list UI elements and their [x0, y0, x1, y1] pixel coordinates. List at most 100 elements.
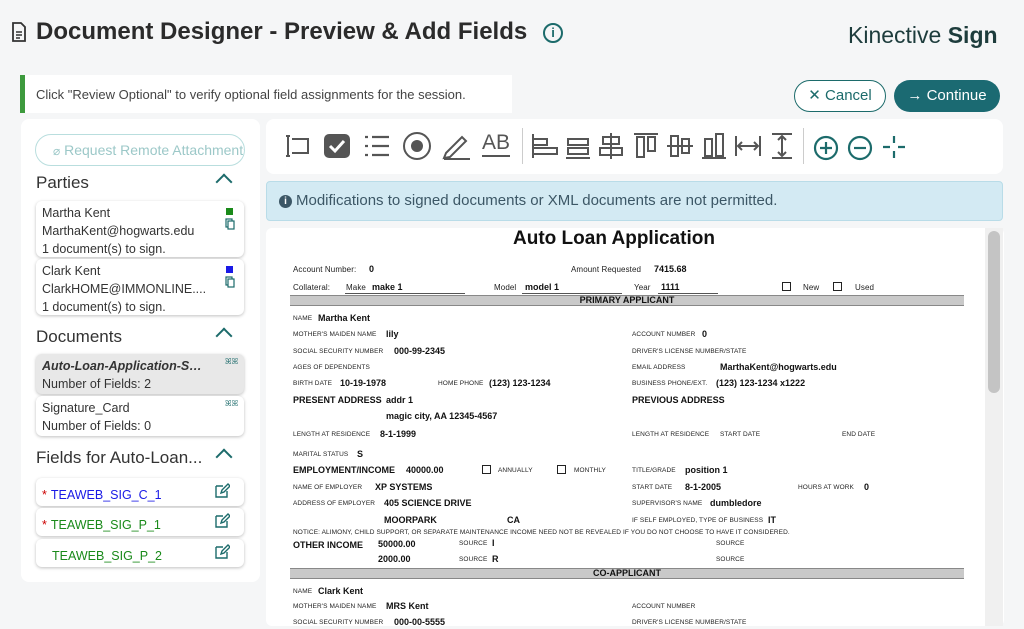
value: 0 — [864, 482, 870, 492]
edit-icon[interactable] — [214, 483, 230, 499]
edit-icon[interactable] — [214, 544, 230, 560]
new-checkbox[interactable] — [782, 282, 791, 291]
label: Amount Requested — [571, 265, 642, 274]
zoom-in-icon[interactable] — [811, 131, 841, 161]
request-remote-attachments-button[interactable]: ⌀ Request Remote Attachments — [35, 134, 245, 166]
documents-title: Documents — [36, 327, 122, 346]
same-width-icon[interactable] — [733, 131, 763, 161]
field-item[interactable]: * TEAWEB_SIG_C_1 — [36, 478, 244, 506]
document-item-selected[interactable]: Auto-Loan-Application-Sh... Number of Fi… — [36, 354, 244, 394]
label: BIRTH DATE — [293, 380, 333, 387]
edit-icon[interactable] — [214, 513, 230, 529]
field-name: TEAWEB_SIG_P_1 — [50, 518, 161, 532]
label: Make — [346, 283, 366, 292]
value: IT — [768, 515, 776, 525]
value: (123) 123-1234 x1222 — [716, 378, 806, 388]
signature-icon[interactable] — [442, 131, 472, 161]
value: dumbledore — [710, 498, 762, 508]
label: TITLE/GRADE — [632, 467, 676, 474]
label: NAME OF EMPLOYER — [293, 484, 363, 491]
label: EMPLOYMENT/INCOME — [293, 465, 396, 475]
label: ACCOUNT NUMBER — [632, 603, 696, 610]
text-field-icon[interactable] — [282, 131, 312, 161]
party-email: MarthaKent@hogwarts.edu — [42, 224, 195, 238]
required-marker: * — [42, 488, 47, 502]
value: I — [492, 538, 495, 548]
align-center-icon[interactable] — [596, 131, 626, 161]
label: IF SELF EMPLOYED, TYPE OF BUSINESS — [632, 517, 764, 524]
parties-title: Parties — [36, 173, 89, 192]
field-item[interactable]: * TEAWEB_SIG_P_1 — [36, 508, 244, 536]
align-bottom-icon[interactable] — [563, 131, 593, 161]
copy-icon[interactable] — [225, 218, 235, 230]
copy-icon[interactable] — [225, 276, 235, 288]
value: 7415.68 — [654, 264, 687, 274]
label: MOTHER'S MAIDEN NAME — [293, 603, 377, 610]
value: 000-00-5555 — [394, 617, 446, 627]
crosshair-icon[interactable] — [879, 131, 909, 161]
label: PREVIOUS ADDRESS — [632, 395, 725, 405]
annually-checkbox[interactable] — [482, 465, 491, 474]
label: Used — [855, 283, 875, 292]
info-icon: i — [279, 195, 292, 208]
label: Model — [494, 283, 517, 292]
label: ADDRESS OF EMPLOYER — [293, 500, 376, 507]
document-icon — [12, 22, 26, 42]
party-docs: 1 document(s) to sign. — [42, 242, 166, 256]
toolbar-divider — [522, 128, 523, 164]
required-marker: * — [42, 518, 47, 532]
used-checkbox[interactable] — [833, 282, 842, 291]
label: MONTHLY — [574, 467, 606, 474]
value: 000-99-2345 — [394, 346, 446, 356]
continue-button[interactable]: → Continue — [894, 80, 1000, 112]
party-card[interactable]: Clark Kent ClarkHOME@IMMONLINE.... 1 doc… — [36, 259, 244, 315]
field-name: TEAWEB_SIG_P_2 — [52, 549, 162, 563]
align-baseline-icon[interactable] — [699, 131, 729, 161]
label: SOCIAL SECURITY NUMBER — [293, 348, 384, 355]
value: Martha Kent — [318, 313, 371, 323]
label: SOURCE — [716, 556, 745, 563]
party-color-swatch — [226, 208, 233, 215]
label: Collateral: — [293, 283, 331, 292]
zoom-out-icon[interactable] — [845, 131, 875, 161]
monthly-checkbox[interactable] — [557, 465, 566, 474]
label: Year — [634, 283, 651, 292]
label: HOURS AT WORK — [798, 484, 854, 491]
value: CA — [507, 515, 520, 525]
label: ACCOUNT NUMBER — [632, 331, 696, 338]
label: LENGTH AT RESIDENCE — [632, 431, 710, 438]
document-title: Auto Loan Application — [513, 228, 715, 249]
document-item[interactable]: Signature_Card Number of Fields: 0 — [36, 396, 244, 436]
document-field-count: Number of Fields: 2 — [42, 377, 152, 391]
arrow-right-icon: → — [907, 87, 923, 104]
list-icon[interactable] — [362, 131, 392, 161]
value: 1111 — [661, 282, 680, 292]
value: Clark Kent — [318, 586, 364, 596]
label: OTHER INCOME — [293, 540, 364, 550]
cancel-button[interactable]: ✕ Cancel — [794, 80, 886, 112]
section-header: PRIMARY APPLICANT — [290, 295, 964, 306]
party-color-swatch — [226, 266, 233, 273]
text-label-icon[interactable]: AB — [482, 131, 511, 157]
info-icon[interactable]: i — [543, 23, 563, 43]
toolbar-divider — [803, 128, 804, 164]
brand-logo: Kinective Sign — [848, 22, 998, 48]
same-height-icon[interactable] — [767, 131, 797, 161]
checkbox-icon[interactable] — [322, 131, 352, 161]
label: START DATE — [632, 484, 673, 491]
label: EMAIL ADDRESS — [632, 364, 686, 371]
value: 10-19-1978 — [340, 378, 387, 388]
align-left-icon[interactable] — [530, 131, 560, 161]
value: 8-1-1999 — [380, 429, 417, 439]
radio-icon[interactable] — [402, 131, 432, 161]
fields-title: Fields for Auto-Loan... — [36, 448, 203, 467]
scrollbar-thumb[interactable] — [988, 231, 1000, 393]
label: SOURCE — [459, 540, 488, 547]
review-notice: Click "Review Optional" to verify option… — [20, 75, 512, 113]
document-name: Signature_Card — [42, 401, 130, 415]
align-middle-icon[interactable] — [665, 131, 695, 161]
label: SOURCE — [716, 540, 745, 547]
party-card[interactable]: Martha Kent MarthaKent@hogwarts.edu 1 do… — [36, 201, 244, 257]
field-item[interactable]: TEAWEB_SIG_P_2 — [36, 539, 244, 567]
align-top-icon[interactable] — [631, 131, 661, 161]
